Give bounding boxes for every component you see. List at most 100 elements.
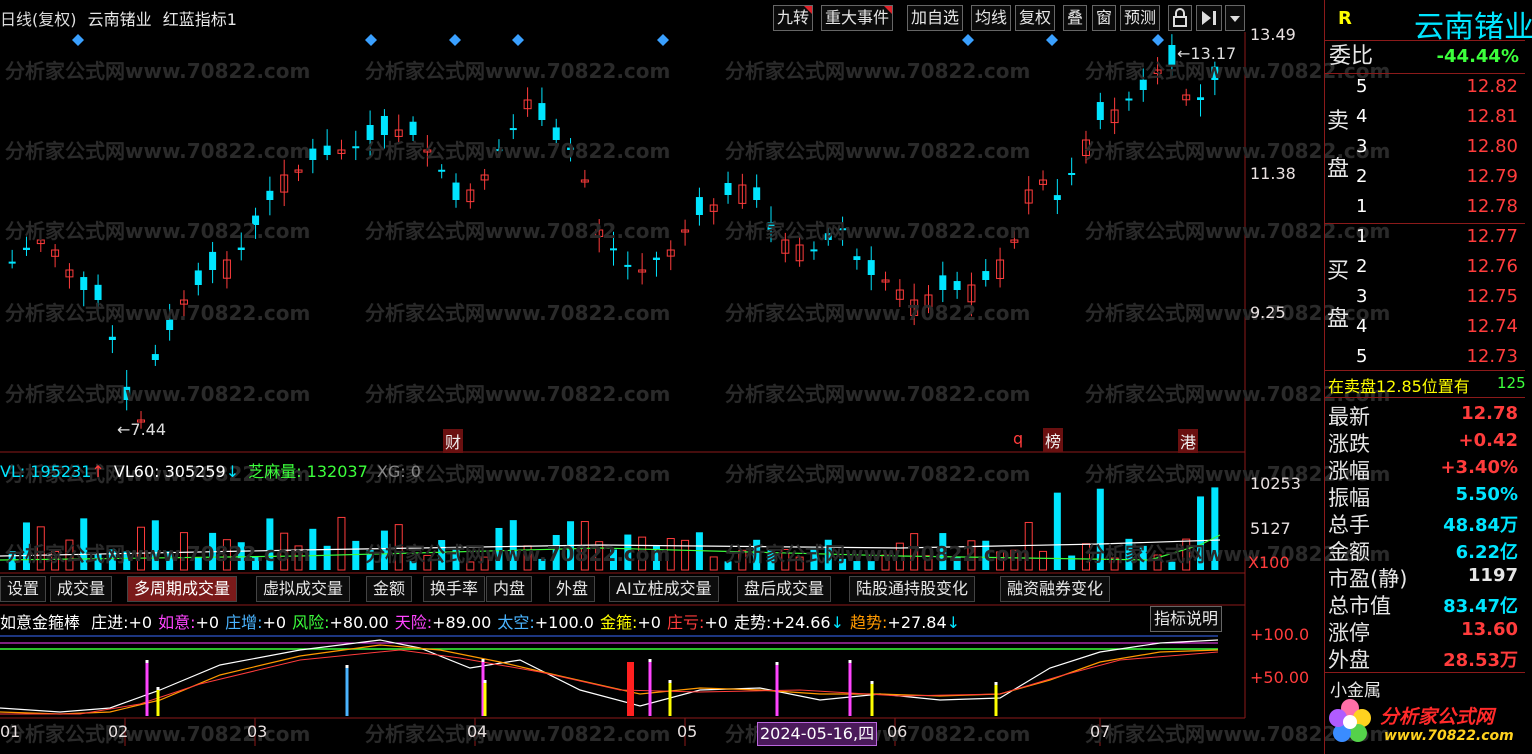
- candle-body: [366, 125, 374, 140]
- indicator-help-button[interactable]: 指标说明: [1150, 606, 1223, 632]
- stat-label: 涨跌: [1328, 432, 1370, 456]
- date-cursor-label: 2024-05-16,四: [757, 722, 878, 746]
- volume-bar: [1139, 545, 1147, 570]
- event-mark-finance[interactable]: 财: [443, 429, 464, 453]
- candle-body: [839, 228, 847, 231]
- position-value: 125: [1497, 374, 1526, 392]
- candle-body: [538, 103, 546, 120]
- candle-body: [610, 248, 617, 251]
- indicator-item-value: +0: [128, 613, 153, 632]
- candle-body: [1068, 172, 1076, 175]
- signal-line: [0, 649, 1219, 715]
- tab-4[interactable]: 金额: [366, 576, 413, 602]
- volume-bar: [610, 549, 617, 570]
- tab-10[interactable]: 陆股通持股变化: [849, 576, 976, 602]
- volume-bar: [166, 551, 174, 570]
- price-axis-label: 9.25: [1250, 303, 1286, 322]
- volume-bar: [94, 553, 102, 570]
- volume-bar: [1039, 550, 1048, 571]
- stat-value: 28.53万: [1443, 650, 1518, 671]
- order-level-number: 4: [1356, 316, 1368, 337]
- candle-body: [8, 261, 16, 264]
- volume-bar: [982, 540, 990, 570]
- candle-body: [352, 146, 360, 149]
- volume-bar: [80, 518, 88, 570]
- date-axis-label: 01: [0, 722, 21, 741]
- volume-bar: [480, 556, 489, 571]
- logo-url: www.70822.com: [1384, 728, 1514, 744]
- event-diamond-icon: [1152, 34, 1164, 46]
- tab-5[interactable]: 换手率: [423, 576, 486, 602]
- volume-bar: [194, 557, 202, 570]
- tab-1[interactable]: 成交量: [50, 576, 113, 602]
- order-level-number: 4: [1356, 106, 1368, 127]
- divider: [1325, 223, 1525, 224]
- event-diamond-icon: [449, 34, 461, 46]
- candle-body: [237, 247, 245, 250]
- order-level-price: 12.79: [1466, 166, 1518, 187]
- tab-11[interactable]: 融资融券变化: [1000, 576, 1111, 602]
- volume-bar: [123, 551, 131, 570]
- tab-9[interactable]: 盘后成交量: [737, 576, 832, 602]
- event-mark-hk[interactable]: 港: [1178, 429, 1199, 453]
- event-diamond-icon: [657, 34, 669, 46]
- candle-body: [939, 275, 947, 290]
- logo-text: 分析家公式网: [1380, 706, 1495, 728]
- volume-bar: [337, 516, 346, 571]
- candle-body: [853, 256, 861, 260]
- volume-bar: [1068, 555, 1076, 570]
- candle-body: [810, 249, 818, 252]
- volume-bar: [996, 551, 1005, 571]
- candle-body: [567, 147, 575, 150]
- order-level-price: 12.76: [1466, 256, 1518, 277]
- price-axis-label: 13.49: [1250, 25, 1296, 44]
- low-price-mark: ←7.44: [117, 420, 167, 439]
- volume-unit-label: X100: [1248, 553, 1290, 572]
- indicator-item: 庄增:+0: [225, 613, 286, 632]
- tab-8[interactable]: AI立桩成交量: [609, 576, 719, 602]
- order-level-price: 12.75: [1466, 286, 1518, 307]
- candle-body: [80, 277, 88, 290]
- tab-7[interactable]: 外盘: [549, 576, 596, 602]
- volume-info-line: VL: 195231↑ VL60: 305259↓ 芝麻量: 132037 XG…: [0, 458, 421, 482]
- volume-axis-label: 10253: [1250, 474, 1301, 493]
- candle-body: [266, 190, 274, 200]
- candle-body: [323, 145, 331, 155]
- event-mark-rank[interactable]: 榜: [1043, 428, 1064, 452]
- candle-body: [767, 222, 775, 230]
- volume-bar: [724, 561, 732, 570]
- candle-body: [209, 251, 217, 270]
- volume-bar: [824, 539, 832, 570]
- indicator-item-label: 太空:: [497, 613, 535, 632]
- volume-bar: [1182, 538, 1191, 571]
- date-axis-label: 06: [887, 722, 908, 741]
- event-mark-q[interactable]: q: [1013, 429, 1023, 448]
- price-axis-label: 11.38: [1250, 164, 1296, 183]
- candle-body: [108, 336, 116, 340]
- stat-value: 48.84万: [1443, 515, 1518, 536]
- indicator-axis-label: +100.0: [1250, 625, 1310, 644]
- volume-bar: [222, 539, 231, 571]
- stat-label: 总手: [1328, 513, 1370, 537]
- kline-chart[interactable]: [0, 0, 1325, 754]
- indicator-item: 天险:+89.00: [395, 613, 492, 632]
- volume-bar: [252, 556, 260, 570]
- volume-bar: [881, 554, 890, 571]
- stat-label: 振幅: [1328, 486, 1370, 510]
- candle-body: [452, 182, 460, 200]
- candle-body: [509, 128, 517, 131]
- tab-3[interactable]: 虚拟成交量: [256, 576, 351, 602]
- event-diamond-icon: [72, 34, 84, 46]
- candle-body: [624, 264, 632, 267]
- indicator-title[interactable]: 如意金箍棒: [0, 613, 80, 632]
- indicator-item: 庄进:+0: [91, 613, 152, 632]
- tab-2[interactable]: 多周期成交量: [127, 576, 238, 602]
- candle-body: [1168, 45, 1176, 65]
- indicator-item-value: +0: [195, 613, 220, 632]
- tab-0[interactable]: 设置: [0, 576, 47, 602]
- xg-value: XG: 0: [376, 462, 421, 481]
- indicator-item-value: +0: [637, 613, 661, 632]
- panel-divider: [1324, 0, 1325, 754]
- candle-body: [953, 281, 961, 290]
- tab-6[interactable]: 内盘: [486, 576, 533, 602]
